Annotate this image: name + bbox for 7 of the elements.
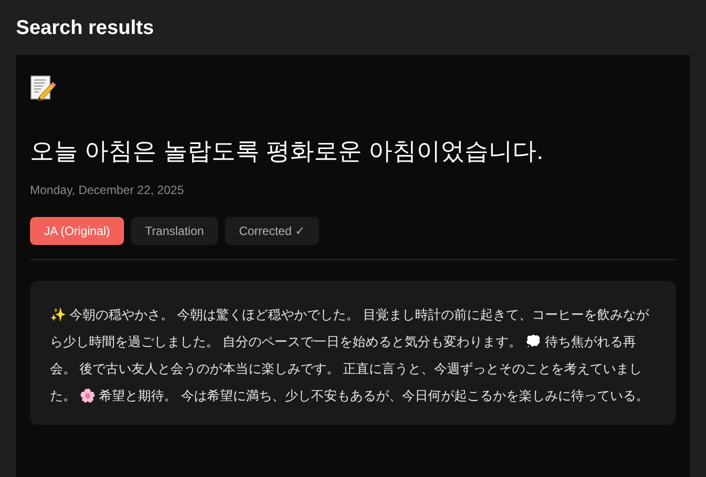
entry-date: Monday, December 22, 2025 [30,183,185,197]
entry-title: 오늘 아침은 놀랍도록 평화로운 아침이었습니다. [30,137,544,167]
memo-icon [30,75,56,101]
entry-text: ✨ 今朝の穏やかさ。 今朝は驚くほど穏やかでした。 目覚まし時計の前に起きて、コーヒーを飲みながら少し時間を過ごしました。 自分のペースで一日を始めると気分も変わります。 💭 待ち焦がれる再会。 後で古い友人と会うのが本当に楽しみです。 正直に言うと、今週ずっとそのことを考えていました。 🌸 希望と期待。 今は希望に満ち、少し不安もあるが、今日何が起こるかを楽しみに待っている。 [30,281,676,425]
language-tab[interactable]: Corrected ✓ [224,217,319,245]
language-tab[interactable]: Translation [131,217,218,245]
page-title: Search results [16,17,155,40]
